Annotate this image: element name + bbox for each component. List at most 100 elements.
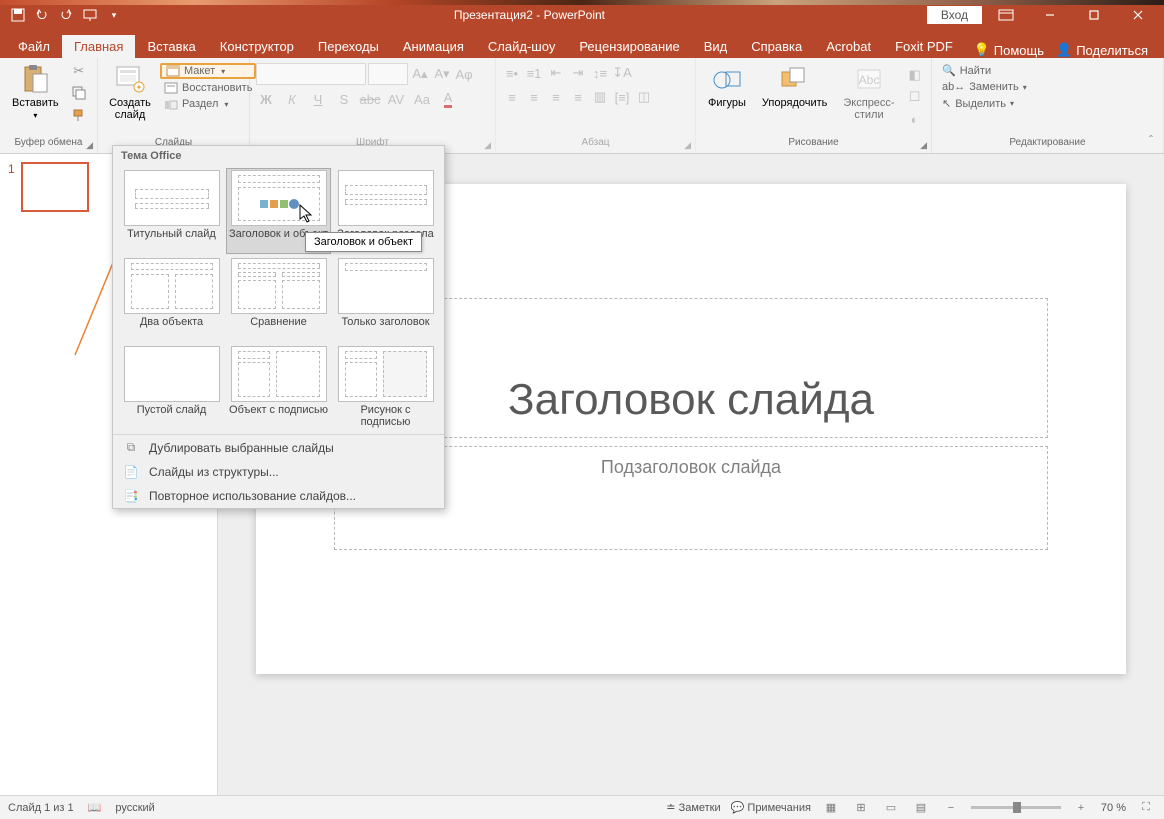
shrink-font-icon[interactable]: A▾ — [432, 64, 452, 84]
fit-to-window-icon[interactable]: ⛶ — [1136, 799, 1156, 817]
tab-file[interactable]: Файл — [6, 35, 62, 58]
italic-icon[interactable]: К — [282, 89, 302, 109]
tab-insert[interactable]: Вставка — [135, 35, 207, 58]
columns-icon[interactable]: ▥ — [590, 87, 610, 107]
align-left-icon[interactable]: ≡ — [502, 87, 522, 107]
line-spacing-icon[interactable]: ↕≡ — [590, 63, 610, 83]
bullets-icon[interactable]: ≡• — [502, 63, 522, 83]
zoom-in-icon[interactable]: + — [1071, 799, 1091, 817]
language-indicator[interactable]: русский — [115, 802, 154, 814]
spacing-icon[interactable]: AV — [386, 89, 406, 109]
grow-font-icon[interactable]: A▴ — [410, 64, 430, 84]
quick-styles-button[interactable]: Abc Экспресс- стили — [837, 61, 900, 123]
save-icon[interactable] — [10, 7, 26, 23]
new-slide-button[interactable]: ✦ Создать слайд — [104, 61, 156, 123]
align-right-icon[interactable]: ≡ — [546, 87, 566, 107]
shadow-icon[interactable]: S — [334, 89, 354, 109]
qat-more-icon[interactable]: ▾ — [106, 7, 122, 23]
align-text-icon[interactable]: [≡] — [612, 87, 632, 107]
shape-outline-icon[interactable]: ☐ — [905, 87, 925, 107]
replace-button[interactable]: ab↔Заменить▾ — [938, 80, 1031, 94]
tab-help[interactable]: Справка — [739, 35, 814, 58]
close-icon[interactable] — [1118, 1, 1158, 29]
slide-counter[interactable]: Слайд 1 из 1 — [8, 802, 74, 814]
reading-view-icon[interactable]: ▭ — [881, 799, 901, 817]
undo-icon[interactable] — [34, 7, 50, 23]
layout-comparison[interactable]: Сравнение — [226, 256, 331, 342]
notes-button[interactable]: ≐ Заметки — [666, 801, 720, 814]
layout-picture-caption[interactable]: Рисунок с подписью — [333, 344, 438, 430]
font-launcher-icon[interactable]: ◢ — [484, 140, 491, 151]
dec-indent-icon[interactable]: ⇤ — [546, 63, 566, 83]
reuse-slides-item[interactable]: 📑Повторное использование слайдов... — [113, 484, 444, 508]
tab-slideshow[interactable]: Слайд-шоу — [476, 35, 567, 58]
login-button[interactable]: Вход — [927, 6, 982, 24]
slides-from-outline-item[interactable]: 📄Слайды из структуры... — [113, 460, 444, 484]
strike-icon[interactable]: abc — [360, 89, 380, 109]
zoom-slider[interactable] — [971, 806, 1061, 809]
layout-button[interactable]: Макет▾ — [160, 63, 256, 79]
sorter-view-icon[interactable]: ⊞ — [851, 799, 871, 817]
arrange-icon — [779, 63, 811, 95]
find-button[interactable]: 🔍Найти — [938, 63, 1031, 78]
slide-thumbnail[interactable] — [21, 162, 89, 212]
format-painter-icon[interactable] — [69, 105, 89, 125]
start-slideshow-icon[interactable] — [82, 7, 98, 23]
minimize-icon[interactable] — [1030, 1, 1070, 29]
paragraph-launcher-icon[interactable]: ◢ — [684, 140, 691, 151]
font-family-input[interactable] — [256, 63, 366, 85]
clear-format-icon[interactable]: Aφ — [454, 64, 474, 84]
tab-acrobat[interactable]: Acrobat — [814, 35, 883, 58]
reset-button[interactable]: Восстановить — [160, 81, 256, 95]
underline-icon[interactable]: Ч — [308, 89, 328, 109]
tab-view[interactable]: Вид — [692, 35, 740, 58]
collapse-ribbon-icon[interactable]: ˆ — [1149, 133, 1153, 147]
select-button[interactable]: ↖Выделить▾ — [938, 96, 1031, 111]
duplicate-slides-item[interactable]: ⧉Дублировать выбранные слайды — [113, 435, 444, 460]
font-size-input[interactable] — [368, 63, 408, 85]
font-color-icon[interactable]: A — [438, 89, 458, 109]
layout-blank[interactable]: Пустой слайд — [119, 344, 224, 430]
shape-effects-icon[interactable]: ◐ — [905, 109, 925, 129]
text-direction-icon[interactable]: ↧A — [612, 63, 632, 83]
svg-text:Abc: Abc — [859, 73, 880, 87]
drawing-launcher-icon[interactable]: ◢ — [920, 140, 927, 151]
smartart-icon[interactable]: ◫ — [634, 87, 654, 107]
paste-button[interactable]: Вставить ▾ — [6, 61, 65, 122]
spellcheck-icon[interactable]: 📖 — [88, 801, 102, 814]
section-button[interactable]: Раздел▾ — [160, 97, 256, 111]
change-case-icon[interactable]: Aa — [412, 89, 432, 109]
search-icon: 🔍 — [942, 64, 956, 77]
numbering-icon[interactable]: ≡1 — [524, 63, 544, 83]
slideshow-view-icon[interactable]: ▤ — [911, 799, 931, 817]
tab-transitions[interactable]: Переходы — [306, 35, 391, 58]
arrange-button[interactable]: Упорядочить — [756, 61, 833, 111]
tab-design[interactable]: Конструктор — [208, 35, 306, 58]
share-button[interactable]: 👤Поделиться — [1056, 42, 1148, 58]
tab-home[interactable]: Главная — [62, 35, 135, 58]
inc-indent-icon[interactable]: ⇥ — [568, 63, 588, 83]
copy-icon[interactable] — [69, 83, 89, 103]
shapes-button[interactable]: Фигуры — [702, 61, 752, 111]
clipboard-launcher-icon[interactable]: ◢ — [86, 140, 93, 151]
ribbon-display-icon[interactable] — [986, 1, 1026, 29]
maximize-icon[interactable] — [1074, 1, 1114, 29]
redo-icon[interactable] — [58, 7, 74, 23]
layout-two-content[interactable]: Два объекта — [119, 256, 224, 342]
tell-me[interactable]: 💡Помощь — [974, 42, 1044, 58]
tab-foxit[interactable]: Foxit PDF — [883, 35, 965, 58]
shape-fill-icon[interactable]: ◧ — [905, 65, 925, 85]
cut-icon[interactable]: ✂ — [69, 61, 89, 81]
normal-view-icon[interactable]: ▦ — [821, 799, 841, 817]
layout-title-slide[interactable]: Титульный слайд — [119, 168, 224, 254]
tab-review[interactable]: Рецензирование — [567, 35, 691, 58]
align-center-icon[interactable]: ≡ — [524, 87, 544, 107]
layout-content-caption[interactable]: Объект с подписью — [226, 344, 331, 430]
bold-icon[interactable]: Ж — [256, 89, 276, 109]
justify-icon[interactable]: ≡ — [568, 87, 588, 107]
zoom-level[interactable]: 70 % — [1101, 802, 1126, 814]
tab-animation[interactable]: Анимация — [391, 35, 476, 58]
layout-title-only[interactable]: Только заголовок — [333, 256, 438, 342]
zoom-out-icon[interactable]: − — [941, 799, 961, 817]
comments-button[interactable]: 💬 Примечания — [731, 801, 811, 814]
